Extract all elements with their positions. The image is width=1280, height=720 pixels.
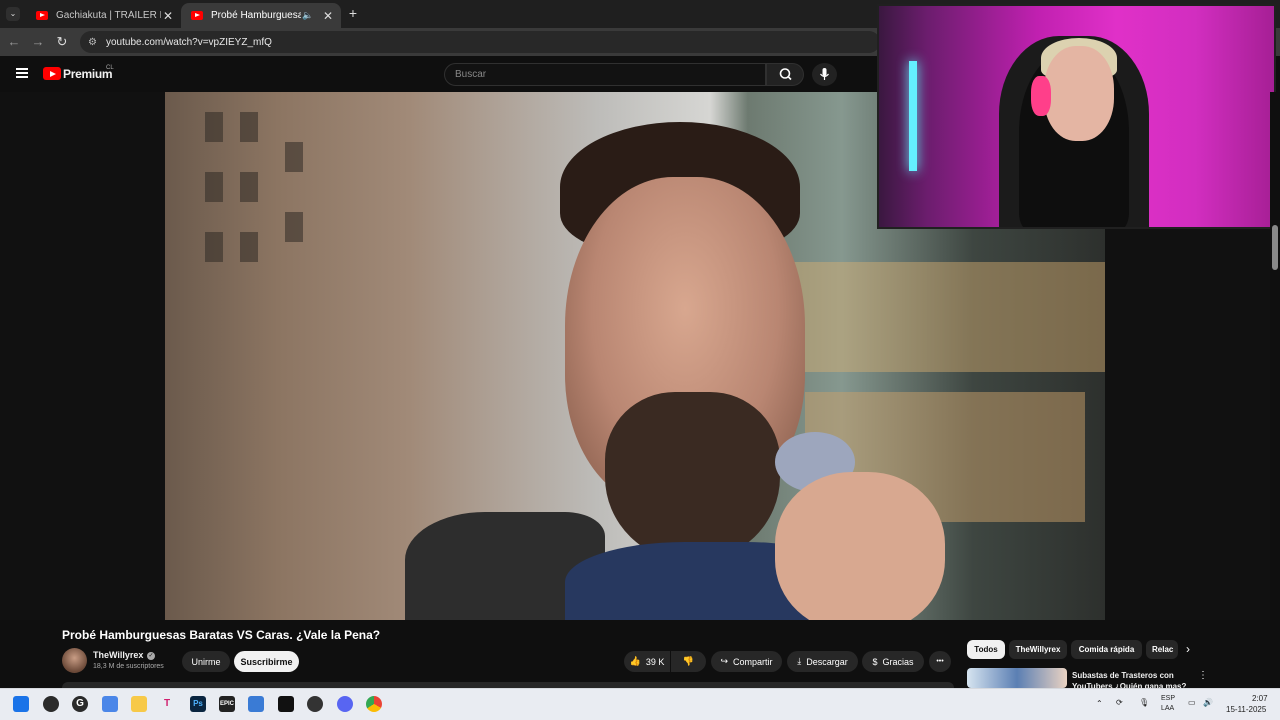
download-icon: ⤓ — [797, 656, 802, 666]
beard-shape — [605, 392, 780, 562]
tab-title: Gachiakuta | TRÁILER EN ESPAÑOL — [56, 10, 161, 21]
clock-time[interactable]: 2:07 — [1252, 694, 1268, 703]
tab-title: Probé Hamburguesas Baratas VS Caras — [211, 10, 301, 21]
speaker-icon[interactable]: 🔈 — [301, 10, 315, 21]
epic-games-icon[interactable]: EPIC — [219, 696, 235, 712]
chip-comida-rapida[interactable]: Comida rápida — [1071, 640, 1142, 659]
language-indicator[interactable]: ESP — [1161, 695, 1175, 702]
download-label: Descargar — [806, 656, 848, 667]
channel-avatar[interactable] — [62, 648, 87, 673]
network-icon[interactable]: ▭ — [1188, 698, 1196, 707]
tiktok-icon[interactable] — [278, 696, 294, 712]
tray-app-icon[interactable]: ⟳ — [1116, 698, 1123, 707]
related-thumbnail[interactable] — [967, 668, 1067, 688]
headphones-shape — [1031, 76, 1051, 116]
discord-icon[interactable] — [337, 696, 353, 712]
chip-todos[interactable]: Todos — [967, 640, 1005, 659]
thumbs-down-icon: 👎 — [682, 656, 695, 666]
app-icon-2[interactable]: G — [72, 696, 88, 712]
new-tab-button[interactable]: + — [346, 6, 360, 20]
tab-gachiakuta[interactable]: Gachiakuta | TRÁILER EN ESPAÑOL ✕ — [26, 3, 181, 28]
subscribe-label: Suscribirme — [240, 656, 293, 667]
search-icon — [779, 68, 792, 81]
more-actions-button[interactable]: ••• — [929, 651, 951, 672]
back-arrow-icon[interactable]: ← — [6, 34, 22, 50]
app-icon-5[interactable]: T — [159, 696, 175, 712]
search-button[interactable] — [766, 63, 804, 86]
file-explorer-icon[interactable] — [131, 696, 147, 712]
related-more-icon[interactable]: ⋮ — [1198, 670, 1208, 681]
share-icon: ↪ — [720, 656, 729, 666]
site-info-icon[interactable]: ⚙ — [88, 37, 100, 48]
chrome-icon[interactable] — [366, 696, 382, 712]
channel-name[interactable]: TheWillyrex — [93, 650, 143, 660]
subscriber-count: 18,3 M de suscriptores — [93, 663, 164, 670]
youtube-brand[interactable]: Premium — [63, 67, 113, 81]
youtube-logo-icon[interactable] — [43, 67, 61, 80]
volume-icon[interactable]: 🔊 — [1203, 698, 1213, 707]
webcam-overlay — [877, 4, 1276, 229]
tray-chevron-icon[interactable]: ⌃ — [1096, 699, 1103, 708]
thanks-button[interactable]: $ Gracias — [862, 651, 924, 672]
like-button[interactable]: 👍 39 K — [624, 651, 670, 672]
voice-search-button[interactable] — [812, 63, 837, 86]
photoshop-icon[interactable]: Ps — [190, 696, 206, 712]
join-button[interactable]: Unirme — [182, 651, 230, 672]
windows-start-icon[interactable] — [13, 696, 29, 712]
youtube-favicon-icon — [191, 11, 203, 20]
country-code: CL — [106, 65, 114, 71]
address-bar[interactable]: ⚙ youtube.com/watch?v=vpZIEYZ_mfQ — [80, 31, 880, 53]
youtube-favicon-icon — [36, 11, 48, 20]
microphone-icon — [820, 68, 829, 80]
thanks-icon: $ — [872, 656, 878, 667]
close-tab-icon[interactable]: ✕ — [161, 9, 175, 23]
subscribe-button[interactable]: Suscribirme — [234, 651, 299, 672]
app-icon-8[interactable] — [248, 696, 264, 712]
menu-icon[interactable] — [16, 68, 28, 78]
tray-mic-icon[interactable]: 🎙 — [1139, 698, 1149, 707]
tab-hamburguesas[interactable]: Probé Hamburguesas Baratas VS Caras 🔈 ✕ — [181, 3, 341, 28]
tab-search-button[interactable]: ⌄ — [6, 7, 20, 21]
url-text: youtube.com/watch?v=vpZIEYZ_mfQ — [106, 36, 272, 48]
close-tab-icon[interactable]: ✕ — [321, 9, 335, 23]
like-count: 39 K — [645, 656, 665, 667]
chevron-right-icon[interactable]: › — [1186, 642, 1190, 656]
download-button[interactable]: ⤓ Descargar — [787, 651, 858, 672]
app-icon-1[interactable] — [43, 696, 59, 712]
hand-shape — [775, 472, 945, 620]
verified-badge-icon: ✓ — [147, 652, 155, 660]
search-input[interactable]: Buscar — [444, 63, 766, 86]
join-label: Unirme — [191, 656, 221, 667]
forward-arrow-icon[interactable]: → — [30, 34, 46, 50]
thanks-label: Gracias — [882, 656, 914, 667]
chip-thewillyrex[interactable]: TheWillyrex — [1009, 640, 1067, 659]
page-scrollbar[interactable] — [1270, 92, 1280, 686]
related-video-title[interactable]: Subastas de Trasteros con YouTubers ¿Qui… — [1072, 670, 1192, 688]
thumbs-up-icon: 👍 — [629, 656, 641, 666]
keyboard-layout[interactable]: LAA — [1161, 705, 1174, 712]
chip-relacionados[interactable]: Relac — [1146, 640, 1178, 659]
reload-icon[interactable]: ↻ — [54, 34, 70, 50]
clock-date[interactable]: 15-11-2025 — [1226, 705, 1266, 714]
share-label: Compartir — [733, 656, 773, 667]
share-button[interactable]: ↪ Compartir — [711, 651, 782, 672]
app-icon-10[interactable] — [307, 696, 323, 712]
dislike-button[interactable]: 👎 — [671, 651, 706, 672]
scrollbar-thumb[interactable] — [1272, 225, 1278, 270]
video-title: Probé Hamburguesas Baratas VS Caras. ¿Va… — [62, 628, 381, 642]
app-icon-3[interactable] — [102, 696, 118, 712]
